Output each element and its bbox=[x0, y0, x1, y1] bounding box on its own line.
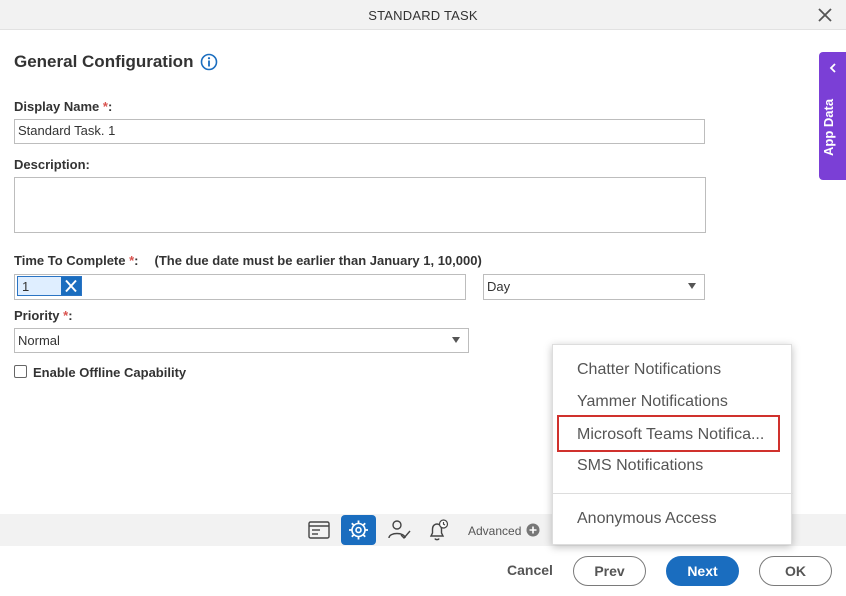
app-data-label: App Data bbox=[821, 98, 836, 156]
ok-button[interactable]: OK bbox=[759, 556, 832, 586]
display-name-input[interactable]: Standard Task. 1 bbox=[14, 119, 705, 144]
time-value-chip[interactable]: 1 bbox=[17, 276, 82, 296]
time-value: 1 bbox=[22, 279, 30, 294]
label-colon: : bbox=[134, 253, 139, 268]
window-title: STANDARD TASK bbox=[368, 8, 478, 23]
enable-offline-label[interactable]: Enable Offline Capability bbox=[33, 365, 186, 380]
close-icon[interactable] bbox=[816, 6, 834, 24]
priority-value: Normal bbox=[18, 333, 60, 348]
display-name-label-text: Display Name bbox=[14, 99, 103, 114]
menu-item-chatter-notifications[interactable]: Chatter Notifications bbox=[577, 361, 721, 379]
app-data-panel-toggle[interactable]: App Data bbox=[819, 52, 846, 180]
info-icon[interactable] bbox=[200, 53, 218, 71]
advanced-label[interactable]: Advanced bbox=[468, 524, 521, 538]
time-to-complete-label: Time To Complete *: (The due date must be… bbox=[14, 253, 482, 268]
page-title: General Configuration bbox=[14, 52, 194, 71]
caret-down-icon bbox=[452, 337, 460, 343]
description-label: Description: bbox=[14, 157, 90, 172]
label-colon: : bbox=[107, 99, 113, 114]
plus-circle-icon[interactable] bbox=[526, 523, 540, 537]
chevron-left-icon bbox=[829, 63, 836, 73]
cancel-button[interactable]: Cancel bbox=[498, 556, 562, 586]
time-unit-value: Day bbox=[487, 279, 511, 294]
window-titlebar: STANDARD TASK bbox=[0, 0, 846, 30]
display-name-label: Display Name *: bbox=[14, 99, 112, 114]
priority-select[interactable]: Normal bbox=[14, 328, 469, 353]
form-icon[interactable] bbox=[306, 517, 332, 543]
due-date-note: (The due date must be earlier than Janua… bbox=[154, 253, 482, 268]
user-check-icon[interactable] bbox=[386, 517, 412, 543]
priority-label-text: Priority bbox=[14, 308, 64, 323]
highlight-box bbox=[557, 415, 780, 452]
caret-down-icon bbox=[688, 283, 696, 289]
menu-item-sms-notifications[interactable]: SMS Notifications bbox=[577, 457, 703, 475]
label-colon: : bbox=[68, 308, 73, 323]
menu-item-anonymous-access[interactable]: Anonymous Access bbox=[577, 510, 717, 528]
time-to-complete-label-text: Time To Complete bbox=[14, 253, 130, 268]
description-textarea[interactable] bbox=[14, 177, 706, 233]
next-button[interactable]: Next bbox=[666, 556, 739, 586]
menu-divider bbox=[553, 493, 793, 494]
time-unit-select[interactable]: Day bbox=[483, 274, 705, 300]
priority-label: Priority *: bbox=[14, 308, 73, 323]
bell-clock-icon[interactable] bbox=[425, 517, 451, 543]
prev-button[interactable]: Prev bbox=[573, 556, 646, 586]
gear-icon[interactable] bbox=[341, 515, 376, 545]
menu-item-yammer-notifications[interactable]: Yammer Notifications bbox=[577, 393, 728, 411]
enable-offline-checkbox[interactable] bbox=[14, 365, 27, 378]
clear-icon[interactable] bbox=[61, 277, 81, 295]
